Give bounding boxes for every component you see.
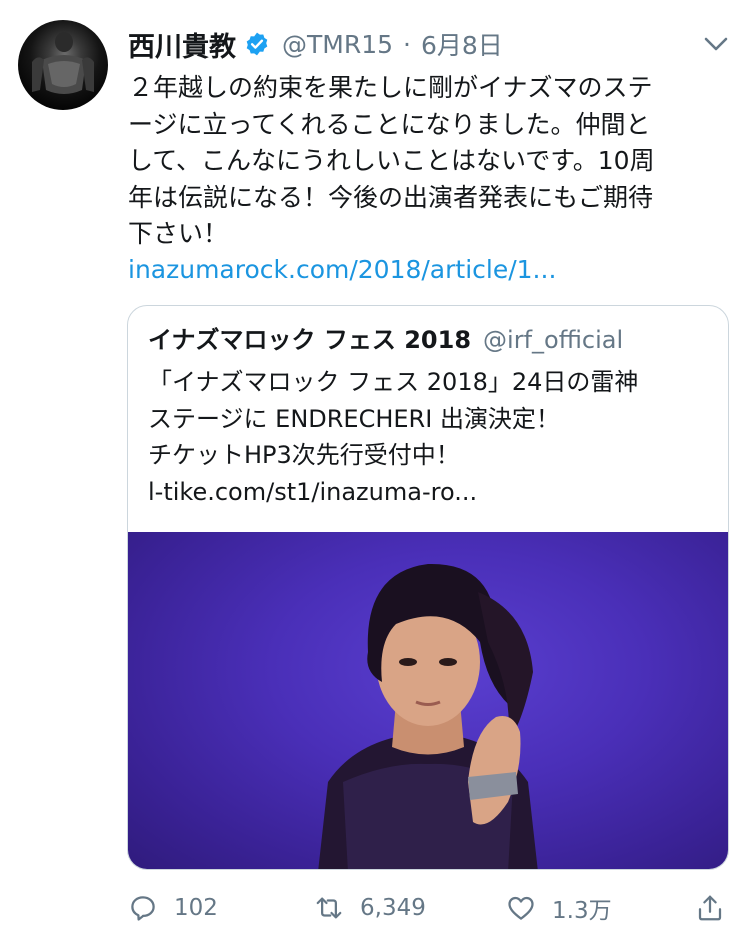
like-count: 1.3万 bbox=[552, 898, 612, 924]
retweet-button[interactable]: 6,349 bbox=[314, 888, 426, 928]
reply-count: 102 bbox=[174, 895, 218, 921]
tweet-link[interactable]: inazumarock.com/2018/article/1... bbox=[128, 252, 556, 288]
tweet-text: ２年越しの約束を果たしに剛がイナズマのステ ージに立ってくれることになりました。… bbox=[128, 70, 730, 253]
quoted-author-handle: @irf_official bbox=[483, 326, 624, 354]
tweet-text-line: ージに立ってくれることになりました。仲間と bbox=[128, 109, 651, 139]
author-name[interactable]: 西川貴教 bbox=[128, 25, 236, 64]
quoted-image[interactable] bbox=[128, 532, 728, 869]
quoted-link[interactable]: l-tike.com/st1/inazuma-ro... bbox=[148, 474, 708, 511]
quoted-text: 「イナズマロック フェス 2018」24日の雷神 ステージに ENDRECHER… bbox=[148, 364, 708, 510]
like-icon bbox=[508, 896, 534, 920]
tweet-text-line: ２年越しの約束を果たしに剛がイナズマのステ bbox=[128, 73, 653, 102]
tweet-header: 西川貴教 @TMR15 · 6月8日 bbox=[128, 22, 503, 66]
verified-badge-icon bbox=[244, 31, 270, 57]
quoted-text-line: 「イナズマロック フェス 2018」24日の雷神 bbox=[148, 368, 639, 396]
share-icon bbox=[698, 895, 722, 921]
quoted-tweet-card[interactable]: イナズマロック フェス 2018 @irf_official 「イナズマロック フ… bbox=[127, 305, 729, 870]
quoted-text-line: ステージに ENDRECHERI 出演決定！ bbox=[148, 404, 560, 433]
separator-dot: · bbox=[403, 29, 411, 59]
tweet-date[interactable]: 6月8日 bbox=[421, 26, 503, 62]
quoted-author-name: イナズマロック フェス 2018 bbox=[148, 326, 472, 354]
reply-button[interactable]: 102 bbox=[128, 888, 218, 928]
tweet-text-line: 年は伝説になる！今後の出演者発表にもご期待 bbox=[128, 182, 654, 212]
quoted-header: イナズマロック フェス 2018 @irf_official bbox=[148, 322, 623, 358]
like-button[interactable]: 1.3万 bbox=[506, 888, 612, 928]
avatar[interactable] bbox=[18, 20, 108, 110]
share-button[interactable] bbox=[695, 888, 725, 928]
tweet-text-line: して、こんなにうれしいことはないです。10周 bbox=[128, 146, 655, 175]
author-handle[interactable]: @TMR15 bbox=[282, 30, 393, 59]
tweet-text-line: 下さい！ bbox=[128, 219, 229, 248]
retweet-icon bbox=[316, 897, 342, 919]
retweet-count: 6,349 bbox=[360, 895, 426, 921]
tweet-actions: 102 6,349 1.3万 bbox=[128, 888, 730, 928]
quoted-text-line: チケットHP3次先行受付中！ bbox=[148, 441, 460, 469]
chevron-down-icon[interactable] bbox=[700, 28, 732, 60]
reply-icon bbox=[131, 896, 155, 921]
